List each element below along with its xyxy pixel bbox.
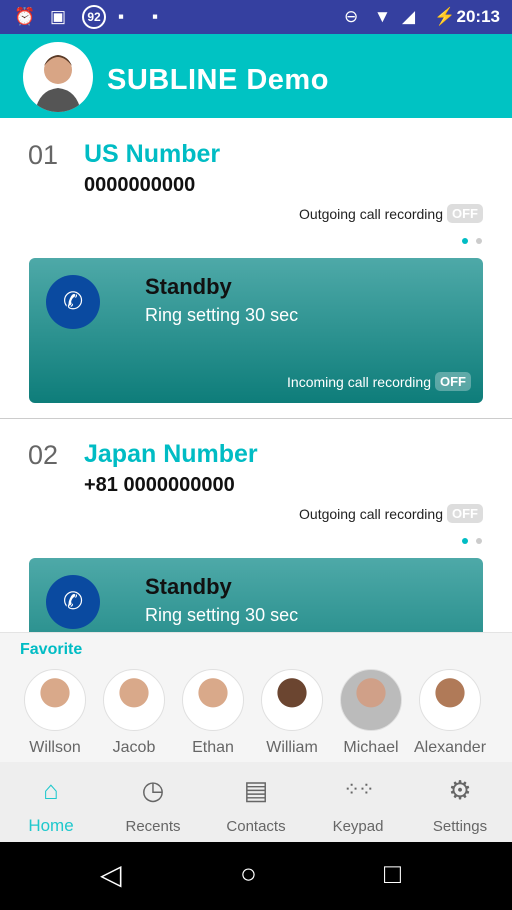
profile-avatar[interactable] — [23, 42, 93, 112]
status-bar: ⏰ ▣ 92 ▪ ▪ ⊖ ▼ ◢ ⚡ 20:13 — [0, 0, 512, 34]
phone-ringing-icon: ✆ — [46, 275, 100, 329]
line-name: Japan Number — [84, 440, 258, 468]
nav-label: Settings — [432, 818, 488, 835]
keypad-icon: ⁘⁘ — [343, 779, 375, 801]
contact-name: Michael — [343, 739, 399, 756]
outgoing-recording: Outgoing call recording OFF — [299, 204, 483, 223]
alarm-icon: ⏰ — [14, 7, 36, 26]
page-indicator — [462, 538, 482, 544]
avatar — [261, 669, 323, 731]
contact-name: Willson — [29, 739, 81, 756]
nav-home[interactable]: ⌂ Home — [1, 774, 101, 836]
wifi-icon: ▼ — [374, 7, 391, 26]
line-index: 01 — [28, 140, 59, 170]
home-icon: ⌂ — [43, 775, 59, 805]
outgoing-recording-label: Outgoing call recording — [299, 505, 443, 522]
gear-icon: ⚙ — [448, 775, 472, 805]
bottom-nav: ⌂ Home ◷ Recents ▤ Contacts ⁘⁘ Keypad ⚙ Setti… — [0, 762, 512, 842]
outgoing-recording-toggle[interactable]: OFF — [447, 204, 483, 223]
nav-settings[interactable]: ⚙ Settings — [410, 774, 510, 835]
nav-label: Recents — [125, 818, 181, 835]
nav-label: Keypad — [332, 818, 384, 835]
app-header: SUBLINE Demo — [0, 34, 512, 118]
page-indicator — [462, 238, 482, 244]
line-status-card[interactable]: ✆ Standby Ring setting 30 sec Incoming c… — [29, 258, 483, 403]
back-icon[interactable]: ◁ — [100, 858, 122, 891]
incoming-recording-toggle[interactable]: OFF — [435, 372, 471, 391]
favorite-contact[interactable]: Ethan — [173, 669, 253, 757]
battery-charging-icon: ⚡ — [434, 7, 456, 26]
image-icon: ▣ — [50, 7, 67, 26]
ring-setting: Ring setting 30 sec — [145, 605, 299, 625]
contact-name: Alexander — [413, 739, 487, 756]
outgoing-recording: Outgoing call recording OFF — [299, 504, 483, 523]
contact-name: Jacob — [112, 739, 156, 756]
favorite-contact[interactable]: Alexander — [410, 669, 490, 757]
avatar — [103, 669, 165, 731]
line-section-2: 02 Japan Number +81 0000000000 Outgoing … — [0, 440, 512, 632]
status-text: Standby — [145, 574, 232, 599]
dnd-icon: ⊖ — [344, 7, 359, 26]
incoming-recording-label: Incoming call recording — [287, 373, 431, 390]
nav-label: Contacts — [226, 818, 286, 835]
outgoing-recording-toggle[interactable]: OFF — [447, 504, 483, 523]
home-circle-icon[interactable]: ○ — [240, 858, 257, 890]
favorite-contact[interactable]: Willson — [15, 669, 95, 757]
page-dot — [476, 538, 482, 544]
contact-name: William — [266, 739, 318, 756]
avatar — [419, 669, 481, 731]
page-dot — [462, 538, 468, 544]
clock-icon: ◷ — [141, 775, 165, 805]
nav-label: Home — [28, 816, 74, 835]
contact-name: Ethan — [192, 739, 234, 756]
phone-ringing-icon: ✆ — [46, 575, 100, 629]
page-dot — [476, 238, 482, 244]
contacts-book-icon: ▤ — [243, 775, 269, 805]
nav-recents[interactable]: ◷ Recents — [103, 774, 203, 835]
signal-icon: ◢ — [402, 7, 416, 26]
line-name: US Number — [84, 140, 221, 168]
nav-keypad[interactable]: ⁘⁘ Keypad — [308, 774, 408, 835]
ring-setting: Ring setting 30 sec — [145, 305, 299, 325]
line-status-card[interactable]: ✆ Standby Ring setting 30 sec — [29, 558, 483, 632]
status-text: Standby — [145, 274, 232, 299]
clock: 20:13 — [456, 7, 500, 26]
outgoing-recording-label: Outgoing call recording — [299, 205, 443, 222]
line-number: +81 0000000000 — [84, 474, 235, 496]
favorite-contact[interactable]: William — [252, 669, 332, 757]
system-nav-bar: ◁ ○ □ — [0, 842, 512, 910]
android-icon: ▪ — [152, 7, 159, 26]
android-icon: ▪ — [118, 7, 125, 26]
app-title: SUBLINE Demo — [107, 64, 329, 96]
incoming-recording: Incoming call recording OFF — [287, 372, 471, 391]
line-number: 0000000000 — [84, 174, 196, 196]
favorite-contact[interactable]: Jacob — [94, 669, 174, 757]
overview-icon[interactable]: □ — [384, 858, 401, 890]
avatar — [24, 669, 86, 731]
avatar — [182, 669, 244, 731]
favorite-contact[interactable]: Michael — [331, 669, 411, 757]
divider — [0, 418, 512, 419]
badge-icon: 92 — [82, 5, 106, 29]
page-dot — [462, 238, 468, 244]
line-index: 02 — [28, 440, 59, 470]
avatar — [340, 669, 402, 731]
favorites-panel: Favorite Willson Jacob Ethan William Mic… — [0, 632, 512, 762]
nav-contacts[interactable]: ▤ Contacts — [206, 774, 306, 835]
favorites-label: Favorite — [20, 641, 83, 658]
